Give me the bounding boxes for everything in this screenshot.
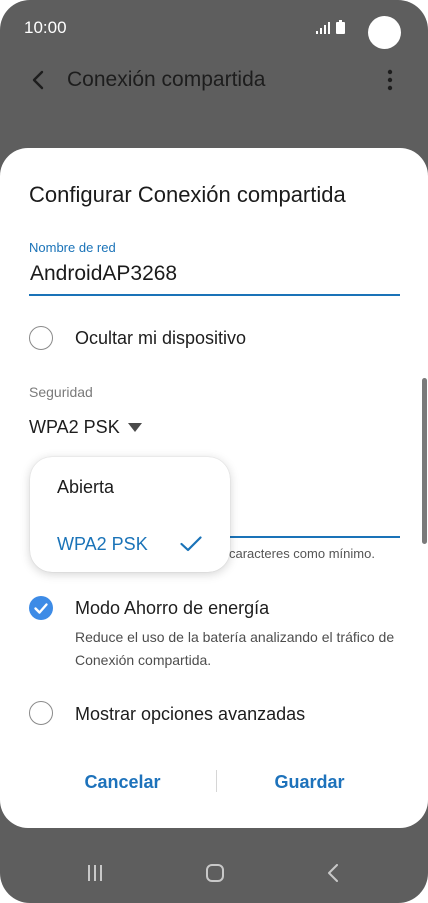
power-saving-description: Reduce el uso de la batería analizando e… <box>75 629 395 668</box>
recent-apps-icon[interactable] <box>86 864 104 882</box>
network-name-input[interactable] <box>29 258 400 296</box>
check-icon <box>180 536 202 552</box>
check-mark-icon <box>34 603 48 614</box>
password-field-underline[interactable] <box>229 536 400 538</box>
dialog-title: Configurar Conexión compartida <box>29 182 346 207</box>
back-arrow-icon[interactable] <box>28 68 48 92</box>
security-select[interactable]: WPA2 PSK <box>29 414 142 440</box>
power-saving-checkbox[interactable] <box>29 596 53 620</box>
hide-device-radio[interactable] <box>29 326 53 350</box>
password-hint: caracteres como mínimo. <box>229 546 375 561</box>
security-label: Seguridad <box>29 384 93 400</box>
phone-screen: 10:00 Conexión compartida Configurar Con… <box>0 0 428 903</box>
front-camera <box>368 16 401 49</box>
status-time: 10:00 <box>24 18 67 37</box>
advanced-options-radio[interactable] <box>29 701 53 725</box>
cancel-button[interactable]: Cancelar <box>70 764 175 800</box>
security-option-wpa2[interactable]: WPA2 PSK <box>57 534 148 555</box>
nav-back-icon[interactable] <box>327 864 339 882</box>
security-option-open[interactable]: Abierta <box>57 477 114 498</box>
status-bar: 10:00 <box>0 0 428 56</box>
scrollbar[interactable] <box>422 378 427 544</box>
network-name-label: Nombre de red <box>29 240 116 255</box>
hide-device-label[interactable]: Ocultar mi dispositivo <box>75 328 246 349</box>
battery-icon <box>336 20 345 34</box>
navigation-bar <box>0 840 428 903</box>
button-divider <box>216 770 217 792</box>
security-value[interactable]: WPA2 PSK <box>29 417 120 438</box>
power-saving-label[interactable]: Modo Ahorro de energía <box>75 598 269 619</box>
home-icon[interactable] <box>206 864 224 882</box>
app-bar: Conexión compartida <box>0 56 428 106</box>
more-vertical-icon[interactable] <box>386 68 394 92</box>
security-dropdown-menu: Abierta WPA2 PSK <box>30 457 230 572</box>
page-title: Conexión compartida <box>67 68 266 91</box>
save-button[interactable]: Guardar <box>262 764 357 800</box>
advanced-options-label[interactable]: Mostrar opciones avanzadas <box>75 704 305 725</box>
triangle-down-icon <box>127 422 142 432</box>
signal-icon <box>316 22 330 34</box>
